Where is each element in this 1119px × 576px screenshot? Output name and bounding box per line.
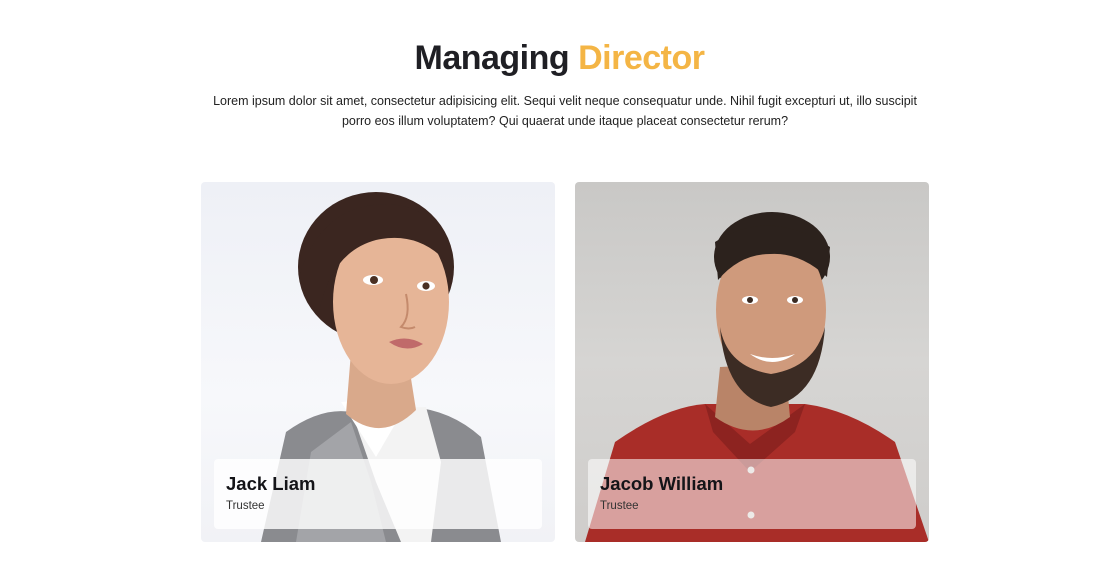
section-title: Managing Director xyxy=(0,36,1119,80)
member-name[interactable]: Jack Liam xyxy=(226,473,542,495)
member-caption: Jack Liam Trustee xyxy=(214,459,542,529)
section-intro: Lorem ipsum dolor sit amet, consectetur … xyxy=(213,94,917,128)
section-title-accent: Director xyxy=(578,39,705,77)
section-title-main: Managing xyxy=(414,39,570,77)
member-role: Trustee xyxy=(600,500,639,512)
team-card-jacob-william[interactable]: Jacob William Trustee xyxy=(575,182,929,542)
managing-director-section: Managing Director Lorem ipsum dolor sit … xyxy=(0,0,1119,576)
team-card-jack-liam[interactable]: Jack Liam Trustee xyxy=(201,182,555,542)
member-name[interactable]: Jacob William xyxy=(600,473,916,495)
member-caption: Jacob William Trustee xyxy=(588,459,916,529)
member-role: Trustee xyxy=(226,500,265,512)
